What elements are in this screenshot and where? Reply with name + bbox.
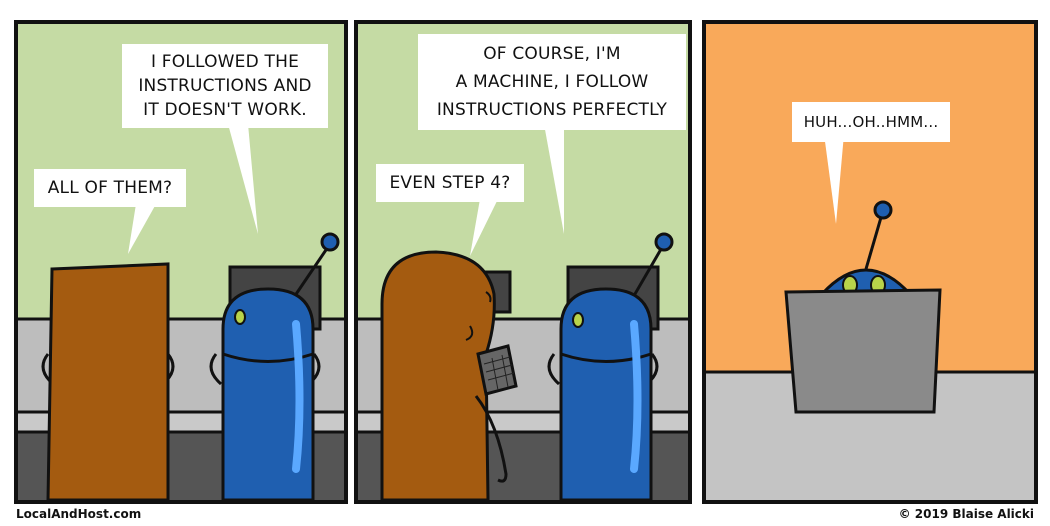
speech-bubble-person: EVEN STEP 4?	[376, 164, 524, 202]
speech-bubble-robot: OF COURSE, I'M A MACHINE, I FOLLOW INSTR…	[418, 34, 686, 130]
speech-bubble-robot: I FOLLOWED THE INSTRUCTIONS AND IT DOESN…	[122, 44, 328, 128]
speech-bubble-person: ALL OF THEM?	[34, 169, 186, 207]
comic-panel-1: I FOLLOWED THE INSTRUCTIONS AND IT DOESN…	[14, 20, 348, 504]
monitor-icon	[784, 288, 942, 414]
copyright-credit: © 2019 Blaise Alicki	[898, 507, 1034, 521]
panel-3-scene	[706, 24, 1034, 500]
site-credit: LocalAndHost.com	[16, 507, 142, 521]
comic-panel-3: HUH...OH..HMM...	[702, 20, 1038, 504]
speech-bubble-robot: HUH...OH..HMM...	[792, 102, 950, 142]
comic-panel-2: OF COURSE, I'M A MACHINE, I FOLLOW INSTR…	[354, 20, 692, 504]
person-figure	[41, 262, 175, 500]
